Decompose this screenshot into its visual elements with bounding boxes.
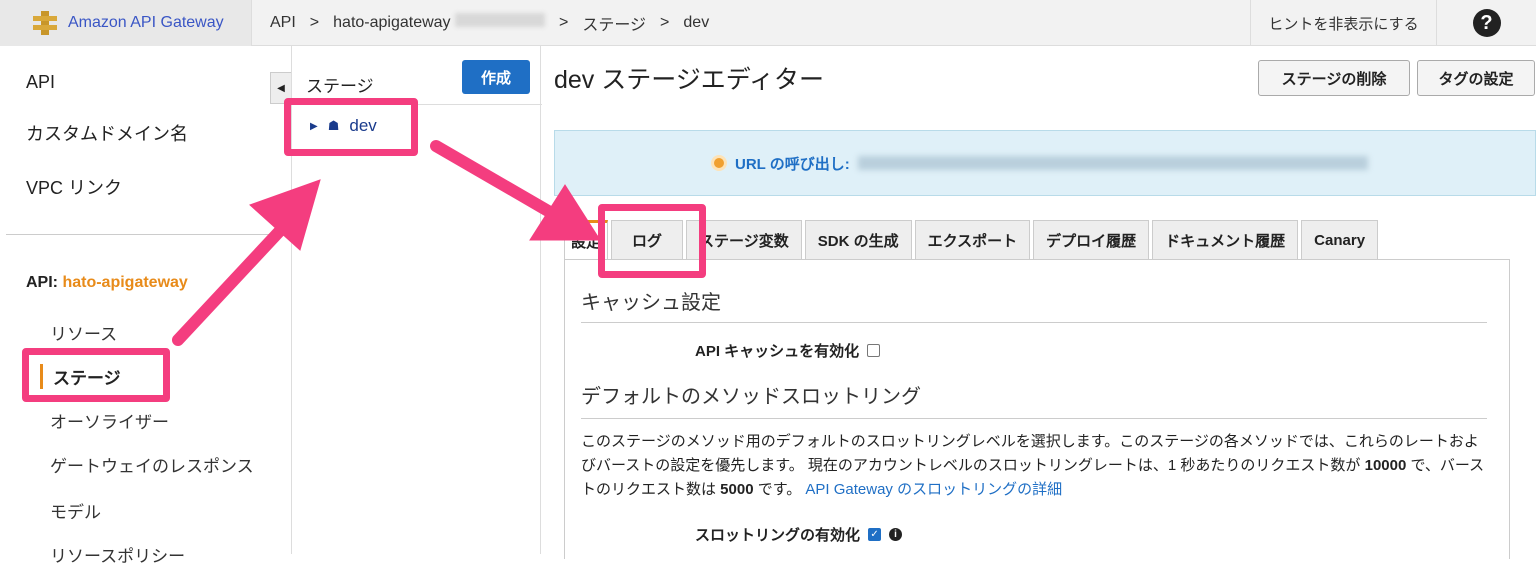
stage-editor: dev ステージエディター ステージの削除 タグの設定 URL の呼び出し: 設… [554, 46, 1536, 559]
crumb-sep: > [559, 13, 569, 31]
sidebar: API カスタムドメイン名 VPC リンク API: hato-apigatew… [0, 46, 270, 566]
caret-left-icon: ◀ [277, 82, 285, 94]
create-button[interactable]: 作成 [462, 60, 530, 94]
divider [581, 418, 1487, 419]
help-icon: ? [1472, 9, 1501, 37]
help-button[interactable]: ? [1436, 0, 1536, 46]
throttle-description: このステージのメソッド用のデフォルトのスロットリングレベルを選択します。このステ… [581, 433, 1485, 498]
highlight-box-dev [284, 98, 418, 156]
crumb-dev: dev [683, 13, 710, 31]
crumb-sep: > [660, 13, 670, 31]
divider [581, 322, 1487, 323]
throttle-checkbox[interactable]: ✓ [868, 528, 882, 541]
throttle-docs-link[interactable]: API Gateway のスロットリングの詳細 [805, 481, 1062, 498]
sidebar-item-resources[interactable]: リソース [50, 320, 117, 345]
divider [6, 234, 270, 235]
crumb-sep: > [309, 13, 320, 31]
settings-panel: キャッシュ設定 API キャッシュを有効化 デフォルトのメソッドスロットリング … [564, 259, 1510, 559]
info-icon[interactable]: i [889, 528, 903, 541]
radio-dot-icon [711, 155, 727, 171]
sidebar-item-vpc-link[interactable]: VPC リンク [26, 174, 122, 200]
hide-hints-button[interactable]: ヒントを非表示にする [1250, 0, 1436, 46]
invoke-url-link[interactable] [857, 156, 1368, 170]
tab-deploy-history[interactable]: デプロイ履歴 [1033, 220, 1150, 260]
invoke-url-banner: URL の呼び出し: [554, 130, 1536, 196]
sidebar-item-models[interactable]: モデル [50, 498, 101, 523]
api-gateway-logo-icon [33, 10, 57, 35]
highlight-box-stages [22, 348, 170, 402]
sidebar-item-authorizers[interactable]: オーソライザー [50, 408, 169, 433]
breadcrumb: API > hato-apigateway > ステージ > dev [252, 11, 709, 35]
stages-title: ステージ [306, 77, 374, 96]
top-bar: Amazon API Gateway API > hato-apigateway… [0, 0, 1536, 46]
delete-stage-button[interactable]: ステージの削除 [1258, 60, 1410, 96]
sidebar-item-api[interactable]: API [26, 72, 55, 93]
sidebar-item-gateway-responses[interactable]: ゲートウェイのレスポンス [50, 452, 254, 477]
api-name-label: API: hato-apigateway [26, 274, 188, 291]
throttle-enable-row: スロットリングの有効化 ✓ i [695, 524, 903, 545]
throttle-heading: デフォルトのメソッドスロットリング [581, 386, 921, 408]
tab-doc-history[interactable]: ドキュメント履歴 [1152, 220, 1299, 260]
brand-name: Amazon API Gateway [68, 13, 224, 31]
tag-settings-button[interactable]: タグの設定 [1417, 60, 1535, 96]
page-title: dev ステージエディター [554, 66, 825, 94]
cache-heading: キャッシュ設定 [581, 292, 721, 314]
sidebar-item-custom-domain[interactable]: カスタムドメイン名 [26, 120, 188, 146]
tab-sdk[interactable]: SDK の生成 [804, 220, 912, 260]
tab-export[interactable]: エクスポート [914, 220, 1031, 260]
tab-canary[interactable]: Canary [1301, 220, 1379, 260]
cache-checkbox[interactable] [867, 344, 881, 357]
sidebar-item-resource-policy[interactable]: リソースポリシー [50, 542, 185, 567]
crumb-api-name[interactable]: hato-apigateway [333, 13, 546, 32]
crumb-stages[interactable]: ステージ [582, 11, 646, 35]
cache-enable-row: API キャッシュを有効化 [695, 340, 881, 361]
crumb-api[interactable]: API [270, 14, 296, 32]
highlight-box-logs-tab [598, 204, 706, 278]
brand-link[interactable]: Amazon API Gateway [0, 0, 252, 46]
